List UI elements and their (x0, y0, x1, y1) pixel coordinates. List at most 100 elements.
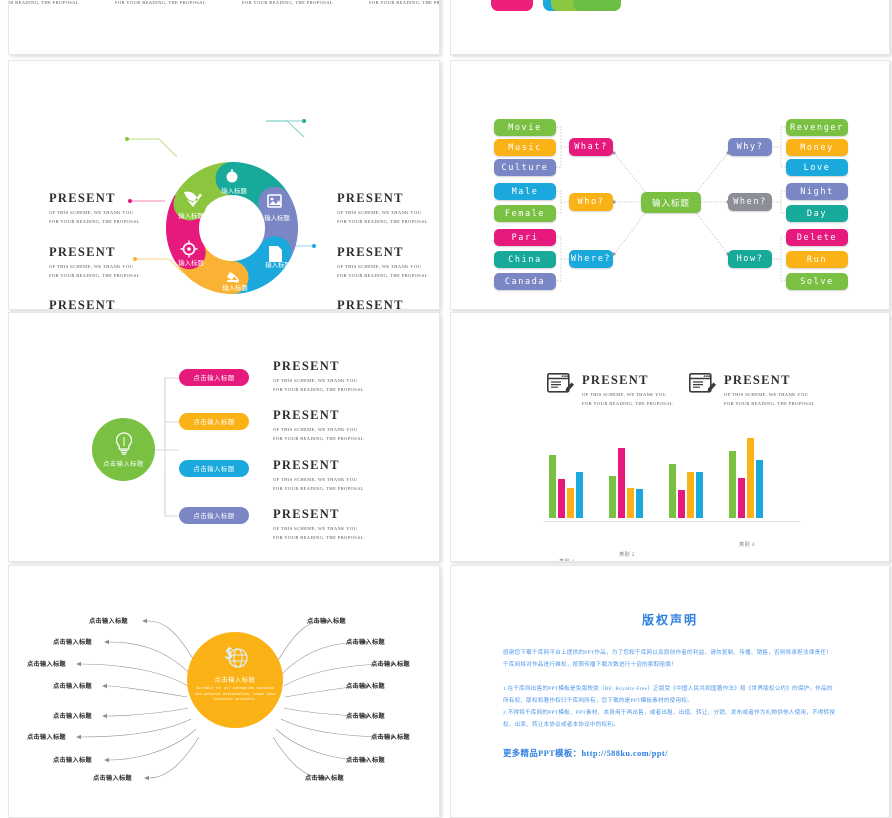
copyright-link-url[interactable]: http://588ku.com/ppt/ (581, 749, 667, 758)
bar[interactable] (696, 472, 703, 518)
mindmap-leaf-night[interactable]: Night (786, 183, 848, 200)
radial-label-right-7[interactable]: 点击输入标题 (346, 755, 385, 764)
leaf-label: Love (803, 162, 831, 173)
radial-label-right-8[interactable]: 点击输入标题 (305, 773, 344, 782)
present-line-2: FOR YOUR READING, THE PROPOSAL (273, 534, 365, 540)
bar[interactable] (729, 451, 736, 518)
radial-label-right-4[interactable]: 点击输入标题 (346, 681, 385, 690)
mindmap-question-why[interactable]: Why? (728, 138, 772, 156)
bar[interactable] (576, 472, 583, 518)
mindmap-leaf-love[interactable]: Love (786, 159, 848, 176)
question-label: Why? (736, 142, 764, 152)
mindmap-leaf-day[interactable]: Day (786, 205, 848, 222)
radial-label-left-6[interactable]: 点击输入标题 (27, 732, 66, 741)
leaf-label: Female (504, 208, 546, 219)
donut-segment-label: 输入标题 (178, 211, 204, 220)
bar[interactable] (549, 455, 556, 518)
bar[interactable] (609, 476, 616, 518)
bulb-pill-3[interactable]: 点击输入标题 (179, 460, 249, 477)
mindmap-question-when[interactable]: When? (728, 193, 772, 211)
radial-label-left-8[interactable]: 点击输入标题 (93, 773, 132, 782)
center-label: 输入标题 (651, 198, 690, 209)
question-label: What? (574, 142, 608, 152)
bulb-hub[interactable]: 点击输入标题 (92, 418, 155, 481)
present-text-block: OF THIS SCHEME, WE THANK YOU FOR YOUR RE… (242, 0, 333, 7)
slide-thumbnail-radial[interactable]: 点击输入标题 Suitable for all categories busin… (8, 565, 440, 818)
bar-chart[interactable]: 类别 1 类别 2 类别 3 类别 4 (549, 418, 795, 561)
radial-label-left-7[interactable]: 点击输入标题 (53, 755, 92, 764)
slide-thumbnail-bulb-list[interactable]: 点击输入标题 点击输入标题 点击输入标题 点击输入标题 点击输入标题 PRESE… (8, 312, 440, 562)
slide-thumbnail-barchart[interactable]: PRESENT OF THIS SCHEME, WE THANK YOU FOR… (450, 312, 890, 562)
bar-group[interactable]: 类别 2 (609, 448, 645, 558)
slide-thumbnail-top-left[interactable]: OF THIS SCHEME, WE THANK YOU FOR YOUR RE… (8, 0, 440, 55)
mindmap-leaf-money[interactable]: Money (786, 139, 848, 156)
mindmap-leaf-revenger[interactable]: Revenger (786, 119, 848, 136)
present-text-block: OF THIS SCHEME, WE THANK YOU FOR YOUR RE… (115, 0, 206, 7)
leaf-label: Solve (800, 276, 834, 287)
bar[interactable] (669, 464, 676, 518)
radial-label-right-3[interactable]: 点击输入标题 (371, 659, 410, 668)
present-line-2: FOR YOUR READING, THE PROPOSAL (724, 400, 816, 406)
bar-group[interactable]: 类别 3 (669, 464, 705, 518)
radial-label-right-1[interactable]: 点击输入标题 (307, 616, 346, 625)
bar[interactable] (747, 438, 754, 518)
radial-label-right-2[interactable]: 点击输入标题 (346, 637, 385, 646)
radial-hub[interactable]: 点击输入标题 Suitable for all categories busin… (187, 632, 283, 728)
mindmap-leaf-delete[interactable]: Delete (786, 229, 848, 246)
bar[interactable] (687, 472, 694, 518)
present-line-1: OF THIS SCHEME, WE THANK YOU (337, 264, 422, 269)
mindmap-leaf-culture[interactable]: Culture (494, 159, 556, 176)
radial-label-left-4[interactable]: 点击输入标题 (53, 681, 92, 690)
mindmap-leaf-run[interactable]: Run (786, 251, 848, 268)
radial-label-left-2[interactable]: 点击输入标题 (53, 637, 92, 646)
radial-label-left-1[interactable]: 点击输入标题 (89, 616, 128, 625)
slide-thumbnail-copyright[interactable]: 版权声明 感谢您下载千库网平台上提供的PPT作品，为了您和千库网以及原创作者的利… (450, 565, 890, 818)
browser-edit-icon (689, 373, 716, 393)
mindmap-leaf-male[interactable]: Male (494, 183, 556, 200)
radial-label-right-5[interactable]: 点击输入标题 (346, 711, 385, 720)
radial-label-left-5[interactable]: 点击输入标题 (53, 711, 92, 720)
slide-thumbnail-top-right[interactable] (450, 0, 890, 55)
color-chip-green (573, 0, 621, 11)
mindmap-question-who[interactable]: Who? (569, 193, 613, 211)
bulb-pill-2[interactable]: 点击输入标题 (179, 413, 249, 430)
radial-label-left-3[interactable]: 点击输入标题 (27, 659, 66, 668)
bar[interactable] (636, 489, 643, 518)
mindmap-leaf-female[interactable]: Female (494, 205, 556, 222)
slide-thumbnail-donut[interactable]: 输入标题 输入标题 输入标题 输入标题 输入标题 输入标题 PRESENT OF… (8, 60, 440, 310)
bar[interactable] (738, 478, 745, 518)
bar-category-label: 类别 1 (549, 558, 585, 561)
bar[interactable] (756, 460, 763, 518)
mindmap-question-how[interactable]: How? (728, 250, 772, 268)
bar[interactable] (567, 488, 574, 518)
present-block-left-2: PRESENT OF THIS SCHEME, WE THANK YOU FOR… (49, 245, 174, 281)
lightbulb-icon (115, 432, 132, 455)
mindmap-question-where[interactable]: Where? (569, 250, 613, 268)
mindmap-leaf-movie[interactable]: Movie (494, 119, 556, 136)
bulb-pill-1[interactable]: 点击输入标题 (179, 369, 249, 386)
mindmap-question-what[interactable]: What? (569, 138, 613, 156)
mindmap-leaf-solve[interactable]: Solve (786, 273, 848, 290)
mindmap-leaf-china[interactable]: China (494, 251, 556, 268)
mindmap-leaf-music[interactable]: Music (494, 139, 556, 156)
slide-thumbnail-mindmap[interactable]: Movie Music Culture Male Female Pari Chi… (450, 60, 890, 310)
bar[interactable] (627, 488, 634, 518)
bulb-text-2: PRESENT OF THIS SCHEME, WE THANK YOU FOR… (273, 408, 364, 444)
copyright-link-row[interactable]: 更多精品PPT模板：http://588ku.com/ppt/ (451, 747, 889, 759)
bulb-pill-4[interactable]: 点击输入标题 (179, 507, 249, 524)
present-line-2: FOR YOUR READING, THE PROPOSAL (242, 0, 334, 6)
radial-label-right-6[interactable]: 点击输入标题 (371, 732, 410, 741)
mindmap-center-node[interactable]: 输入标题 (641, 192, 701, 213)
donut-chart[interactable]: 输入标题 输入标题 输入标题 输入标题 输入标题 输入标题 (157, 153, 307, 303)
present-line-2: FOR YOUR READING, THE PROPOSAL (9, 0, 79, 6)
mindmap-leaf-pari[interactable]: Pari (494, 229, 556, 246)
mindmap-leaf-canada[interactable]: Canada (494, 273, 556, 290)
bar[interactable] (618, 448, 625, 518)
slide-thumbnail-grid: OF THIS SCHEME, WE THANK YOU FOR YOUR RE… (0, 0, 892, 818)
bar[interactable] (558, 479, 565, 518)
present-line-2: FOR YOUR READING, THE PROPOSAL (582, 400, 674, 406)
bar-group[interactable]: 类别 1 (549, 455, 585, 561)
bar-group[interactable]: 类别 4 (729, 438, 765, 548)
leaf-label: Pari (511, 232, 539, 243)
bar[interactable] (678, 490, 685, 518)
